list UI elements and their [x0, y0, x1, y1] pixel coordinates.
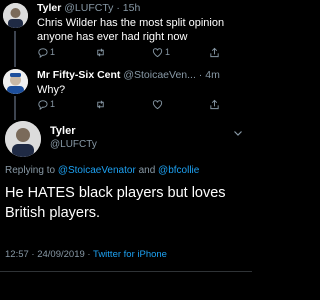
- retweet-icon: [97, 47, 104, 57]
- like-button[interactable]: 1: [152, 45, 170, 59]
- tweet-time: 4m: [205, 69, 220, 81]
- avatar[interactable]: [3, 3, 28, 28]
- retweet-button[interactable]: [95, 45, 106, 59]
- mention-link[interactable]: @bfcollie: [158, 165, 199, 176]
- reply-button[interactable]: 1: [37, 97, 55, 111]
- tweet-header: Mr Fifty-Six Cent @StoicaeVen... · 4m: [37, 69, 220, 81]
- retweet-button[interactable]: [95, 97, 106, 111]
- author-name[interactable]: Tyler: [37, 2, 61, 14]
- focused-tweet-text: He HATES black players but loves British…: [5, 185, 226, 221]
- replying-and: and: [135, 165, 159, 176]
- reply-icon: [38, 47, 48, 58]
- reply-icon: [38, 99, 48, 110]
- replying-label: Replying to: [5, 165, 58, 176]
- mention-link[interactable]: @StoicaeVenator: [58, 165, 136, 176]
- like-icon: [152, 47, 163, 57]
- like-count: 1: [165, 47, 171, 57]
- source-link[interactable]: Twitter for iPhone: [93, 249, 167, 260]
- reply-button[interactable]: 1: [37, 45, 55, 59]
- tweet-1[interactable]: Tyler @LUFCTy · 15h Chris Wilder has the…: [0, 0, 252, 64]
- reply-count: 1: [50, 99, 56, 109]
- reply-count: 1: [50, 47, 56, 57]
- tweet-2[interactable]: Mr Fifty-Six Cent @StoicaeVen... · 4m Wh…: [0, 67, 252, 117]
- like-button[interactable]: [152, 97, 163, 111]
- tweet-header: Tyler @LUFCTy · 15h: [37, 2, 141, 14]
- tweet-timestamp: 12:57 · 24/09/2019 ·: [5, 249, 94, 260]
- tweet-text: Chris Wilder has the most split opinion …: [37, 17, 225, 43]
- author-handle[interactable]: @LUFCTy: [64, 2, 113, 14]
- avatar[interactable]: [5, 121, 41, 157]
- author-name[interactable]: Mr Fifty-Six Cent: [37, 69, 120, 81]
- author-name[interactable]: Tyler: [50, 125, 75, 137]
- like-icon: [152, 99, 163, 109]
- divider: [0, 271, 252, 272]
- avatar[interactable]: [3, 69, 28, 94]
- tweet-time: 15h: [122, 2, 141, 14]
- share-icon: [210, 47, 219, 57]
- author-handle[interactable]: @StoicaeVen...: [123, 69, 196, 81]
- retweet-icon: [97, 99, 104, 109]
- tweet-actions: 1 1: [37, 45, 237, 59]
- tweet-actions: 1: [37, 97, 237, 111]
- share-button[interactable]: [209, 45, 220, 59]
- share-button[interactable]: [209, 97, 220, 111]
- author-handle[interactable]: @LUFCTy: [50, 139, 97, 150]
- tweet-meta: 12:57 · 24/09/2019 · Twitter for iPhone: [5, 249, 167, 260]
- tweet-text: Why?: [37, 84, 66, 96]
- share-icon: [210, 99, 219, 109]
- chevron-down-icon[interactable]: [233, 128, 243, 138]
- replying-to: Replying to @StoicaeVenator and @bfcolli…: [5, 165, 199, 176]
